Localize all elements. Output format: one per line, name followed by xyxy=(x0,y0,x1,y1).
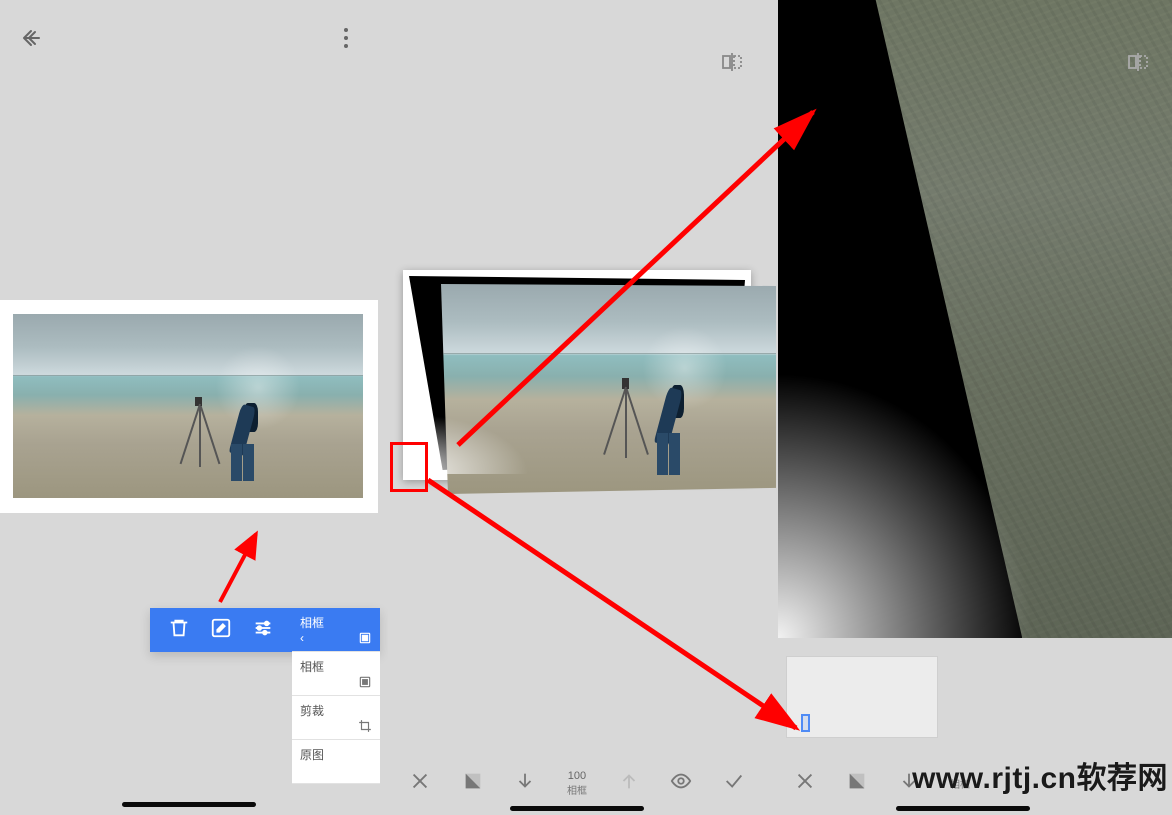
slider-label: 相框 xyxy=(567,782,587,797)
home-indicator xyxy=(122,802,256,807)
menu-item-crop[interactable]: 剪裁 xyxy=(292,696,380,740)
sliders-icon[interactable] xyxy=(252,617,274,644)
menu-label: 剪裁 xyxy=(300,704,324,718)
check-icon[interactable] xyxy=(723,770,745,797)
annotation-arrow-1 xyxy=(210,522,270,612)
menu-label: 相框 xyxy=(300,660,324,674)
edit-icon[interactable] xyxy=(210,617,232,644)
trash-icon[interactable] xyxy=(168,617,190,644)
back-icon[interactable] xyxy=(20,26,44,50)
close-icon[interactable] xyxy=(794,770,816,797)
compare-icon[interactable] xyxy=(720,50,744,79)
arrow-down-icon[interactable] xyxy=(514,770,536,797)
watermark-text: www.rjtj.cn软荐网 xyxy=(912,753,1168,797)
chevron-left-icon: ‹ xyxy=(300,631,304,645)
arrow-up-icon[interactable] xyxy=(618,770,640,797)
edit-popup: 相框 ‹ 相框 剪裁 原图 xyxy=(150,608,380,652)
home-indicator xyxy=(896,806,1030,811)
eye-icon[interactable] xyxy=(670,770,692,797)
zoomed-corner-view[interactable] xyxy=(778,0,1172,638)
layers-icon[interactable] xyxy=(462,770,484,797)
slider-value[interactable]: 100 相框 xyxy=(567,770,587,797)
slider-number: 100 xyxy=(568,770,586,782)
menu-label: 相框 xyxy=(300,616,324,630)
menu-item-frame[interactable]: 相框 xyxy=(292,652,380,696)
panel-frame-zoom: 相框 xyxy=(776,0,1172,815)
menu-label: 原图 xyxy=(300,748,324,762)
more-icon[interactable] xyxy=(334,26,358,50)
layers-icon[interactable] xyxy=(846,770,868,797)
close-icon[interactable] xyxy=(409,770,431,797)
top-bar xyxy=(0,0,378,76)
photo-preview[interactable] xyxy=(13,314,363,498)
annotation-arrow-2 xyxy=(428,100,828,460)
menu-item-frame-selected[interactable]: 相框 ‹ xyxy=(292,608,380,652)
panel-photo-view: 相框 ‹ 相框 剪裁 原图 xyxy=(0,0,378,815)
annotation-arrow-3 xyxy=(420,470,810,740)
compare-icon[interactable] xyxy=(1126,50,1150,79)
home-indicator xyxy=(510,806,644,811)
menu-item-original[interactable]: 原图 xyxy=(292,740,380,784)
